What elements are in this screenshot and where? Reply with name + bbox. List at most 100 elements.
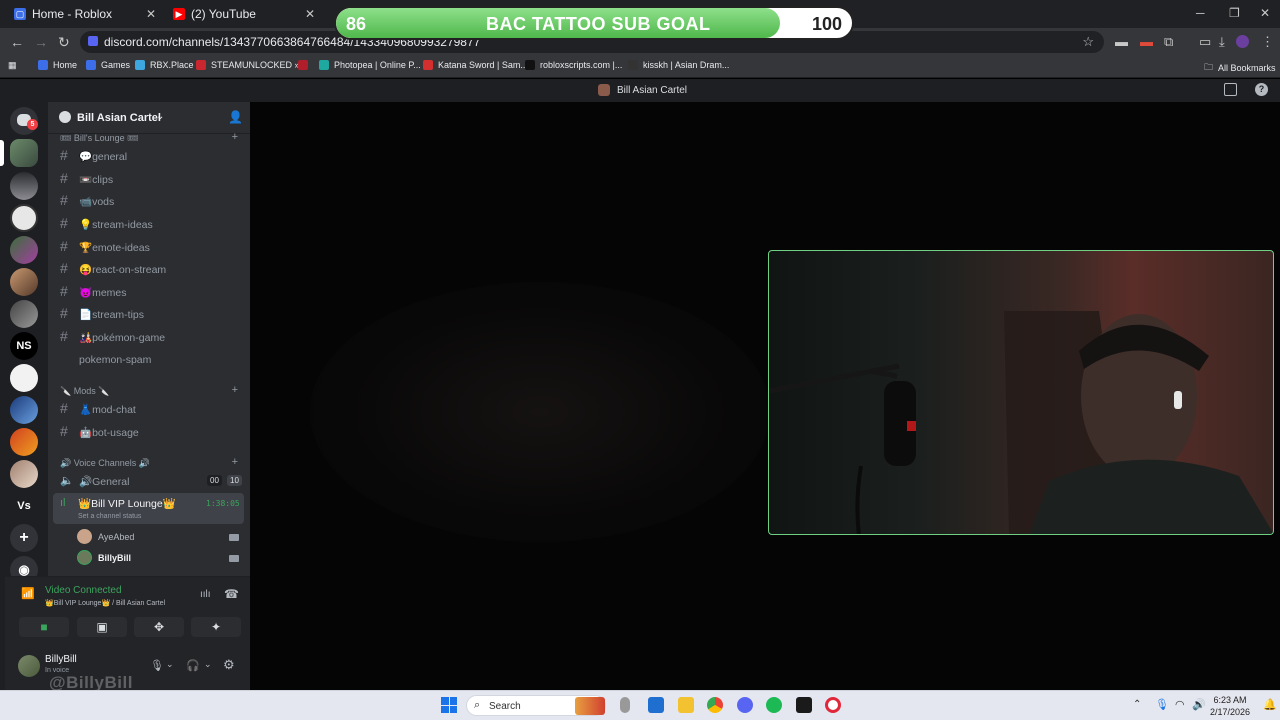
star-icon[interactable]: ☆ — [1082, 34, 1094, 50]
server-icon[interactable] — [10, 428, 38, 456]
reload-icon[interactable]: ↻ — [58, 34, 70, 51]
category-bills-lounge[interactable]: 🎟 Bill's Lounge 🎟 — [60, 133, 139, 144]
side-panel-icon[interactable]: ▭ — [1199, 34, 1211, 50]
start-icon[interactable] — [441, 697, 457, 713]
server-header[interactable]: Bill Asian Cartel ⌄ 👤 — [48, 102, 250, 134]
server-icon[interactable] — [10, 396, 38, 424]
settings-gear-icon[interactable]: ⚙ — [223, 657, 235, 673]
channel-memes[interactable]: # 😈memes — [54, 282, 244, 303]
inbox-icon[interactable] — [1224, 83, 1237, 96]
share-screen-button[interactable]: ▣ — [77, 617, 127, 637]
bookmark-katana[interactable]: Katana Sword | Sam... — [423, 60, 528, 70]
server-icon[interactable] — [10, 204, 38, 232]
server-icon[interactable] — [10, 268, 38, 296]
channel-vods[interactable]: # 📹vods — [54, 191, 244, 212]
channel-mod-chat[interactable]: # 👗mod-chat — [54, 399, 244, 420]
add-channel-icon[interactable]: + — [232, 456, 238, 468]
taskbar-search[interactable]: ⌕ Search — [466, 695, 606, 716]
profile-avatar[interactable] — [1236, 35, 1249, 48]
webcam-video-tile[interactable] — [768, 250, 1274, 535]
widgets-icon[interactable] — [648, 697, 664, 713]
voice-channel-general[interactable]: 🔈 🔊General 00 10 — [54, 471, 244, 492]
add-channel-icon[interactable]: + — [232, 131, 238, 143]
server-bill-asian-cartel[interactable] — [10, 139, 38, 167]
bookmark-steamunlocked[interactable]: STEAMUNLOCKED »... — [196, 60, 307, 70]
disconnect-icon[interactable]: ☎ — [224, 587, 239, 601]
maximize-icon[interactable]: ❐ — [1229, 6, 1240, 20]
bookmark-games[interactable]: Games — [86, 60, 130, 70]
notification-icon[interactable]: 🔔 — [1263, 698, 1277, 711]
server-icon[interactable] — [10, 300, 38, 328]
close-icon[interactable]: ✕ — [146, 7, 156, 21]
toggle-camera-button[interactable]: ■ — [19, 617, 69, 637]
apps-icon[interactable]: ▦ — [8, 60, 17, 71]
help-icon[interactable]: ? — [1255, 83, 1268, 96]
photopea-icon — [319, 60, 329, 70]
server-vs[interactable]: Vs — [10, 492, 38, 520]
microphone-tray-icon[interactable]: 🎙 — [1155, 698, 1169, 711]
channel-stream-ideas[interactable]: # 💡stream-ideas — [54, 214, 244, 235]
chevron-down-icon[interactable]: ⌄ — [204, 659, 212, 670]
chevron-up-icon[interactable]: ⌃ — [1133, 699, 1141, 710]
chevron-down-icon[interactable]: ⌄ — [166, 659, 174, 670]
soundboard-button[interactable]: ✦ — [191, 617, 241, 637]
server-ns[interactable]: NS — [10, 332, 38, 360]
channel-pokemon-game[interactable]: # 🎎pokémon-game — [54, 327, 244, 348]
bookmark-photopea[interactable]: Photopea | Online P... — [319, 60, 421, 70]
category-voice-channels[interactable]: 🔊 Voice Channels 🔊 — [60, 458, 150, 469]
bookmark-rbxplace[interactable]: RBX.Place — [135, 60, 194, 70]
add-channel-icon[interactable]: + — [232, 384, 238, 396]
add-server-icon[interactable]: + — [10, 524, 38, 552]
opera-icon[interactable] — [825, 697, 841, 713]
tab-roblox[interactable]: ▢ Home - Roblox ✕ — [6, 2, 162, 26]
download-icon[interactable]: ⤓ — [1219, 34, 1225, 50]
channel-emote-ideas[interactable]: # 🏆emote-ideas — [54, 237, 244, 258]
wifi-icon[interactable]: ◠ — [1175, 698, 1185, 711]
back-icon[interactable]: ← — [10, 34, 24, 50]
puzzle-icon[interactable]: ⧉ — [1164, 34, 1173, 50]
category-mods[interactable]: 🔪 Mods 🔪 — [60, 386, 109, 397]
noise-suppression-icon[interactable]: ıılı — [200, 589, 211, 600]
menu-icon[interactable]: ⋮ — [1261, 34, 1274, 50]
channel-bot-usage[interactable]: # 🤖bot-usage — [54, 422, 244, 443]
channel-status-prompt[interactable]: Set a channel status — [78, 513, 141, 520]
minimize-icon[interactable]: ─ — [1196, 6, 1205, 20]
voice-channel-vip-lounge[interactable]: ıl 👑Bill VIP Lounge👑 1:38:05 Set a chann… — [53, 493, 244, 524]
signal-icon[interactable]: 📶 — [21, 587, 35, 600]
microphone-icon[interactable]: 🎙 — [150, 659, 164, 672]
vip-channel-name: 👑Bill VIP Lounge👑 — [78, 498, 176, 510]
forward-icon[interactable]: → — [34, 34, 48, 50]
mouse-icon[interactable] — [620, 697, 630, 713]
spotify-icon[interactable] — [766, 697, 782, 713]
extension-red-icon[interactable]: ▬ — [1140, 34, 1153, 49]
close-icon[interactable]: ✕ — [305, 7, 315, 21]
volume-icon[interactable]: 🔊 — [1192, 698, 1206, 711]
voice-location[interactable]: 👑Bill VIP Lounge👑 / Bill Asian Cartel — [45, 599, 165, 607]
headphones-icon[interactable]: 🎧 — [186, 659, 200, 672]
channel-pokemon-spam[interactable]: pokemon-spam — [54, 350, 244, 371]
invite-people-icon[interactable]: 👤 — [228, 110, 243, 124]
close-window-icon[interactable]: ✕ — [1260, 6, 1270, 20]
channel-clips[interactable]: # 📼clips — [54, 169, 244, 190]
channel-stream-tips[interactable]: # 📄stream-tips — [54, 304, 244, 325]
bookmark-red[interactable] — [298, 60, 313, 70]
server-icon[interactable] — [10, 460, 38, 488]
all-bookmarks[interactable]: 🗀 All Bookmarks — [1204, 60, 1276, 76]
activities-button[interactable]: ✥ — [134, 617, 184, 637]
app-icon[interactable] — [796, 697, 812, 713]
bookmark-kisskh[interactable]: kisskh | Asian Dram... — [628, 60, 729, 70]
extension-icon[interactable]: ▬ — [1115, 34, 1128, 49]
bookmark-robloxscripts[interactable]: robloxscripts.com |... — [525, 60, 622, 70]
bookmark-home[interactable]: Home — [38, 60, 77, 70]
tab-youtube[interactable]: ▶ (2) YouTube ✕ — [165, 2, 321, 26]
chrome-icon[interactable] — [707, 697, 723, 713]
channel-react-on-stream[interactable]: # 😝react-on-stream — [54, 259, 244, 280]
server-icon[interactable] — [10, 172, 38, 200]
file-explorer-icon[interactable] — [678, 697, 694, 713]
discord-icon[interactable] — [737, 697, 753, 713]
avatar[interactable] — [18, 655, 40, 677]
channel-general[interactable]: # 💬general — [54, 146, 244, 167]
server-icon[interactable] — [10, 236, 38, 264]
clock[interactable]: 6:23 AM 2/17/2026 — [1210, 694, 1250, 718]
server-icon[interactable] — [10, 364, 38, 392]
